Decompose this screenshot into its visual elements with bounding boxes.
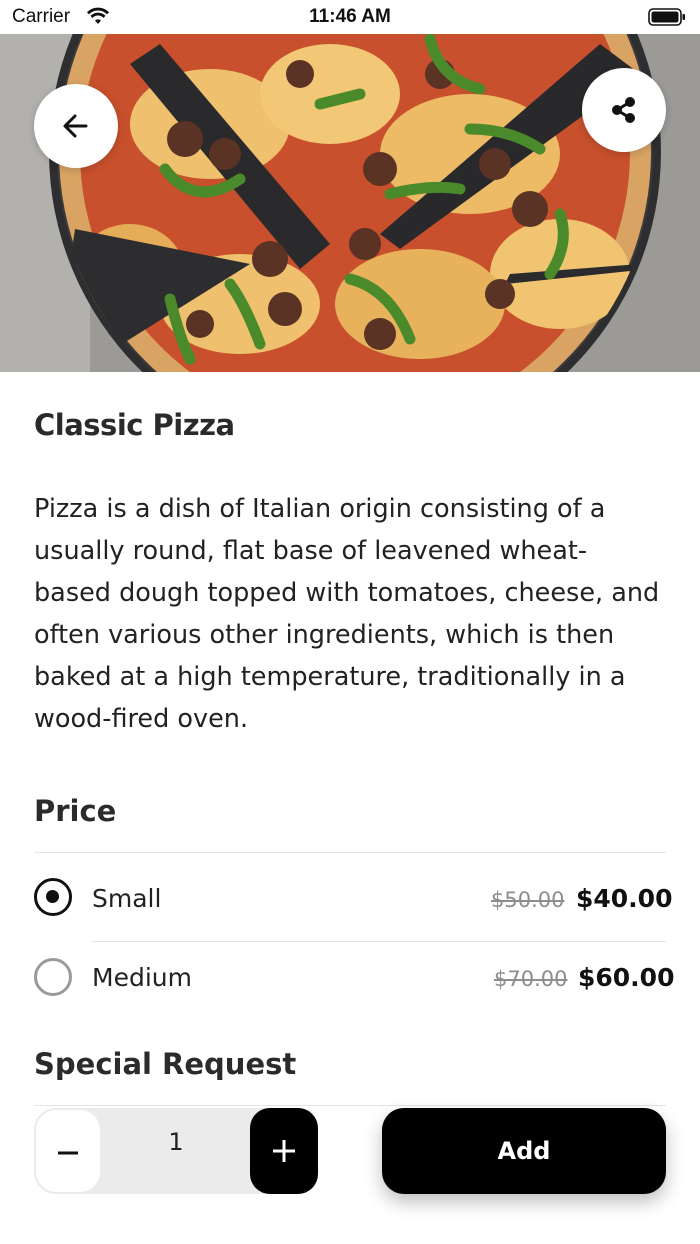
share-button[interactable] xyxy=(582,68,666,152)
share-icon xyxy=(612,97,635,123)
increment-button[interactable] xyxy=(250,1108,318,1194)
option-label: Small xyxy=(92,884,162,913)
quantity-value: 1 xyxy=(168,1128,184,1156)
option-old-price: $70.00 xyxy=(494,967,568,991)
option-label: Medium xyxy=(92,963,192,992)
arrow-left-icon xyxy=(63,114,88,138)
status-bar: Carrier 11:46 AM xyxy=(0,0,700,34)
battery-icon xyxy=(648,8,685,26)
back-button[interactable] xyxy=(34,84,118,168)
special-request-heading: Special Request xyxy=(34,1047,297,1081)
status-time: 11:46 AM xyxy=(309,6,391,27)
quantity-stepper: 1 xyxy=(34,1108,318,1194)
special-request-divider xyxy=(34,1105,666,1106)
minus-icon xyxy=(58,1151,78,1155)
price-divider xyxy=(34,852,666,853)
price-heading: Price xyxy=(34,794,117,828)
radio-medium[interactable] xyxy=(34,958,72,996)
decrement-button[interactable] xyxy=(36,1110,100,1192)
option-old-price: $50.00 xyxy=(491,888,565,912)
plus-icon xyxy=(273,1140,295,1162)
option-price: $60.00 xyxy=(578,963,675,992)
radio-small[interactable] xyxy=(34,878,72,916)
product-description: Pizza is a dish of Italian origin consis… xyxy=(34,494,660,734)
option-divider xyxy=(92,941,666,942)
add-to-cart-button[interactable]: Add xyxy=(382,1108,666,1194)
option-price: $40.00 xyxy=(576,884,673,913)
product-title: Classic Pizza xyxy=(34,408,235,442)
